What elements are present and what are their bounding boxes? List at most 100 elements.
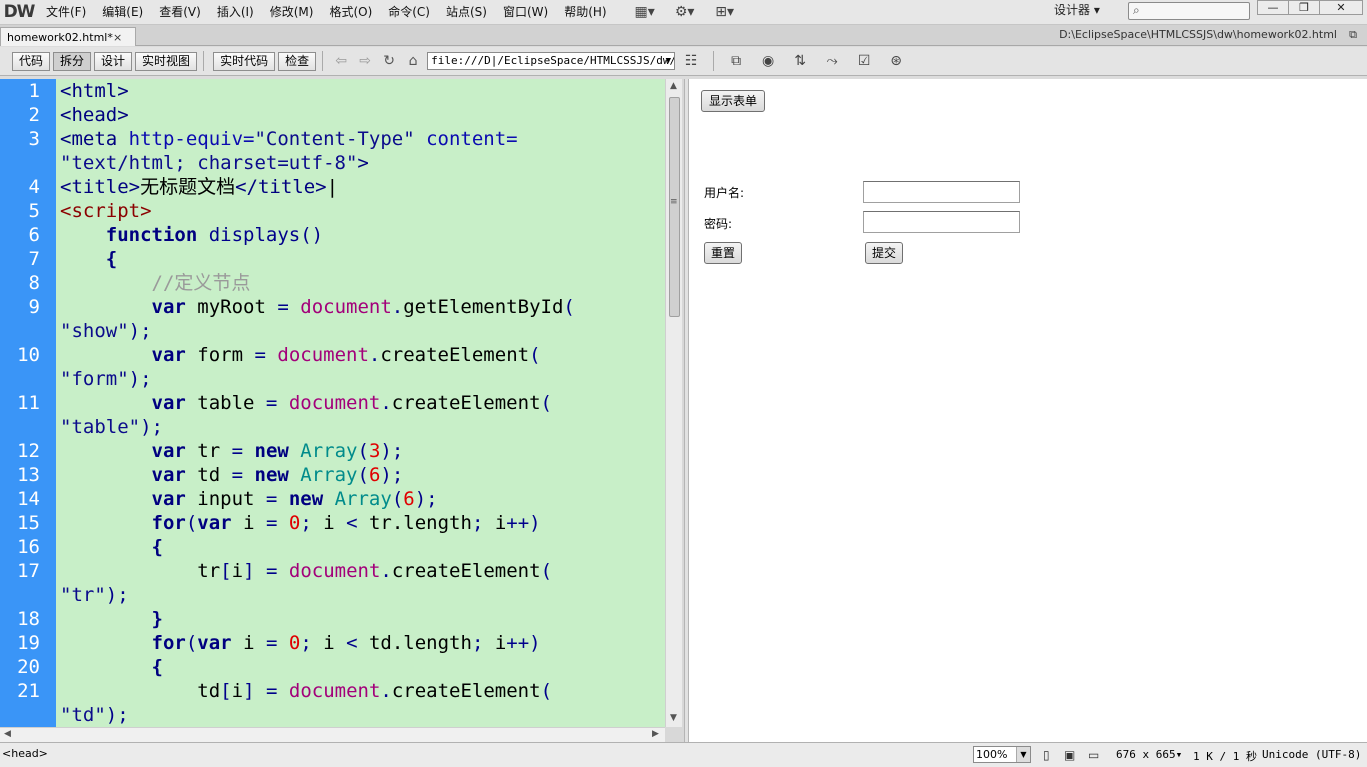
zoom-select[interactable]: 100% ▼ (973, 746, 1031, 763)
file-management-icon[interactable]: ⇅ (784, 53, 816, 69)
code-line[interactable]: <title>无标题文档</title>| (60, 175, 665, 199)
code-line[interactable]: var input = new Array(6); (60, 487, 665, 511)
chevron-down-icon[interactable]: ▼ (666, 53, 671, 69)
code-line[interactable]: "table"); (60, 415, 665, 439)
toolbar-divider (203, 51, 205, 71)
tag-selector[interactable]: <head> (2, 747, 48, 760)
code-line[interactable]: } (60, 607, 665, 631)
home-icon[interactable]: ⌂ (401, 53, 425, 69)
code-line[interactable]: for(var i = 0; i < tr.length; i++) (60, 511, 665, 535)
code-token: <title> (60, 176, 141, 198)
address-bar[interactable]: file:///D|/EclipseSpace/HTMLCSSJS/dw/h ▼ (427, 52, 676, 70)
code-line[interactable]: { (60, 247, 665, 271)
code-view[interactable]: <html> <head> <meta http-equiv="Content-Ty… (0, 79, 684, 742)
live-code-button[interactable]: 实时代码 (213, 51, 276, 71)
code-token: document (288, 560, 381, 582)
live-view-button[interactable]: 实时视图 (135, 51, 198, 71)
code-line[interactable]: "form"); (60, 367, 665, 391)
back-icon[interactable]: ⇦ (329, 53, 353, 69)
menu-item[interactable]: 文件(F) (38, 0, 94, 25)
menu-item[interactable]: 格式(O) (321, 0, 380, 25)
code-line[interactable]: "show"); (60, 319, 665, 343)
code-line[interactable]: { (60, 535, 665, 559)
scroll-thumb[interactable] (669, 97, 680, 317)
code-token: = (265, 560, 278, 582)
show-form-button[interactable]: 显示表单 (701, 90, 765, 112)
code-line[interactable]: td[i] = document.createElement( (60, 679, 665, 703)
scroll-up-icon[interactable]: ▲ (670, 81, 677, 91)
document-tab[interactable]: homework02.html* × (0, 27, 136, 46)
split-view-button[interactable]: 拆分 (53, 51, 92, 71)
window-size[interactable]: 676 x 665▾ (1116, 748, 1182, 761)
hand-tool-icon[interactable]: ▣ (1064, 748, 1075, 762)
menu-item[interactable]: 插入(I) (209, 0, 262, 25)
line-number: 14 (17, 488, 40, 510)
code-line[interactable]: "tr"); (60, 583, 665, 607)
menu-item[interactable]: 窗口(W) (495, 0, 556, 25)
design-view-button[interactable]: 设计 (94, 51, 133, 71)
restore-button[interactable]: ❐ (1288, 0, 1320, 15)
code-line[interactable]: <meta http-equiv="Content-Type" content= (60, 127, 665, 151)
select-tool-icon[interactable]: ▯ (1043, 748, 1050, 762)
workspace-switcher[interactable]: 设计器 ▾ (1048, 0, 1106, 22)
scroll-left-icon[interactable]: ◀ (4, 729, 11, 739)
design-view[interactable]: 显示表单 用户名: 密码: 重置 提交 (689, 79, 1367, 742)
multiscreen-icon[interactable]: ⧉ (720, 53, 752, 69)
code-editor[interactable]: <html> <head> <meta http-equiv="Content-Ty… (56, 79, 665, 727)
code-line[interactable]: var myRoot = document.getElementById( (60, 295, 665, 319)
browser-compat-icon[interactable]: ⊛ (880, 53, 912, 69)
gear-icon[interactable]: ⚙▾ (665, 0, 705, 25)
code-line[interactable]: var table = document.createElement( (60, 391, 665, 415)
password-input[interactable] (863, 211, 1020, 233)
menu-item[interactable]: 帮助(H) (556, 0, 614, 25)
code-line[interactable]: var form = document.createElement( (60, 343, 665, 367)
reset-button[interactable]: 重置 (704, 242, 742, 264)
validate-icon[interactable]: ☑ (848, 53, 880, 69)
code-line[interactable]: { (60, 655, 665, 679)
menu-item[interactable]: 命令(C) (380, 0, 438, 25)
window-size-icon[interactable]: ▭ (1088, 748, 1099, 762)
submit-button[interactable]: 提交 (865, 242, 903, 264)
minimize-button[interactable]: — (1257, 0, 1289, 15)
page-options-icon[interactable]: ☷ (675, 53, 707, 69)
code-line[interactable]: var td = new Array(6); (60, 463, 665, 487)
code-vertical-scrollbar[interactable]: ▲ ≡ ▼ (665, 79, 682, 727)
code-line[interactable]: function displays() (60, 223, 665, 247)
scroll-down-icon[interactable]: ▼ (670, 713, 677, 723)
code-token: ( (529, 344, 541, 366)
menu-item[interactable]: 修改(M) (262, 0, 322, 25)
inspect-button[interactable]: 检查 (278, 51, 317, 71)
sitemap-icon[interactable]: ⊞▾ (705, 0, 745, 25)
menu-item[interactable]: 站点(S) (438, 0, 495, 25)
forward-icon[interactable]: ⇨ (353, 53, 377, 69)
code-line[interactable]: "td"); (60, 703, 665, 727)
username-input[interactable] (863, 181, 1020, 203)
code-line[interactable]: var tr = new Array(3); (60, 439, 665, 463)
visual-aids-icon[interactable]: ⤳ (816, 53, 848, 69)
code-line[interactable]: tr[i] = document.createElement( (60, 559, 665, 583)
menu-item[interactable]: 编辑(E) (94, 0, 151, 25)
close-button[interactable]: ✕ (1319, 0, 1363, 15)
code-horizontal-scrollbar[interactable]: ◀ ▶ (0, 727, 665, 742)
code-line[interactable]: <html> (60, 79, 665, 103)
preview-browser-icon[interactable]: ◉ (752, 53, 784, 69)
code-line[interactable]: "text/html; charset=utf-8"> (60, 151, 665, 175)
menu-item[interactable]: 查看(V) (151, 0, 209, 25)
search-input[interactable]: ⌕ (1128, 2, 1250, 20)
chevron-down-icon[interactable]: ▼ (1016, 747, 1030, 762)
code-line[interactable]: <head> (60, 103, 665, 127)
code-token: ; (471, 512, 484, 534)
scroll-right-icon[interactable]: ▶ (652, 729, 659, 739)
code-line[interactable]: //定义节点 (60, 271, 665, 295)
code-view-button[interactable]: 代码 (12, 51, 51, 71)
close-tab-icon[interactable]: × (113, 31, 122, 44)
code-line[interactable]: <script> (60, 199, 665, 223)
line-number: 12 (17, 440, 40, 462)
code-line[interactable]: for(var i = 0; i < td.length; i++) (60, 631, 665, 655)
layout-icon[interactable]: ▦▾ (625, 0, 665, 25)
line-number: 13 (17, 464, 40, 486)
restore-doc-icon[interactable]: ⧉ (1349, 28, 1357, 42)
refresh-icon[interactable]: ↻ (377, 53, 401, 69)
